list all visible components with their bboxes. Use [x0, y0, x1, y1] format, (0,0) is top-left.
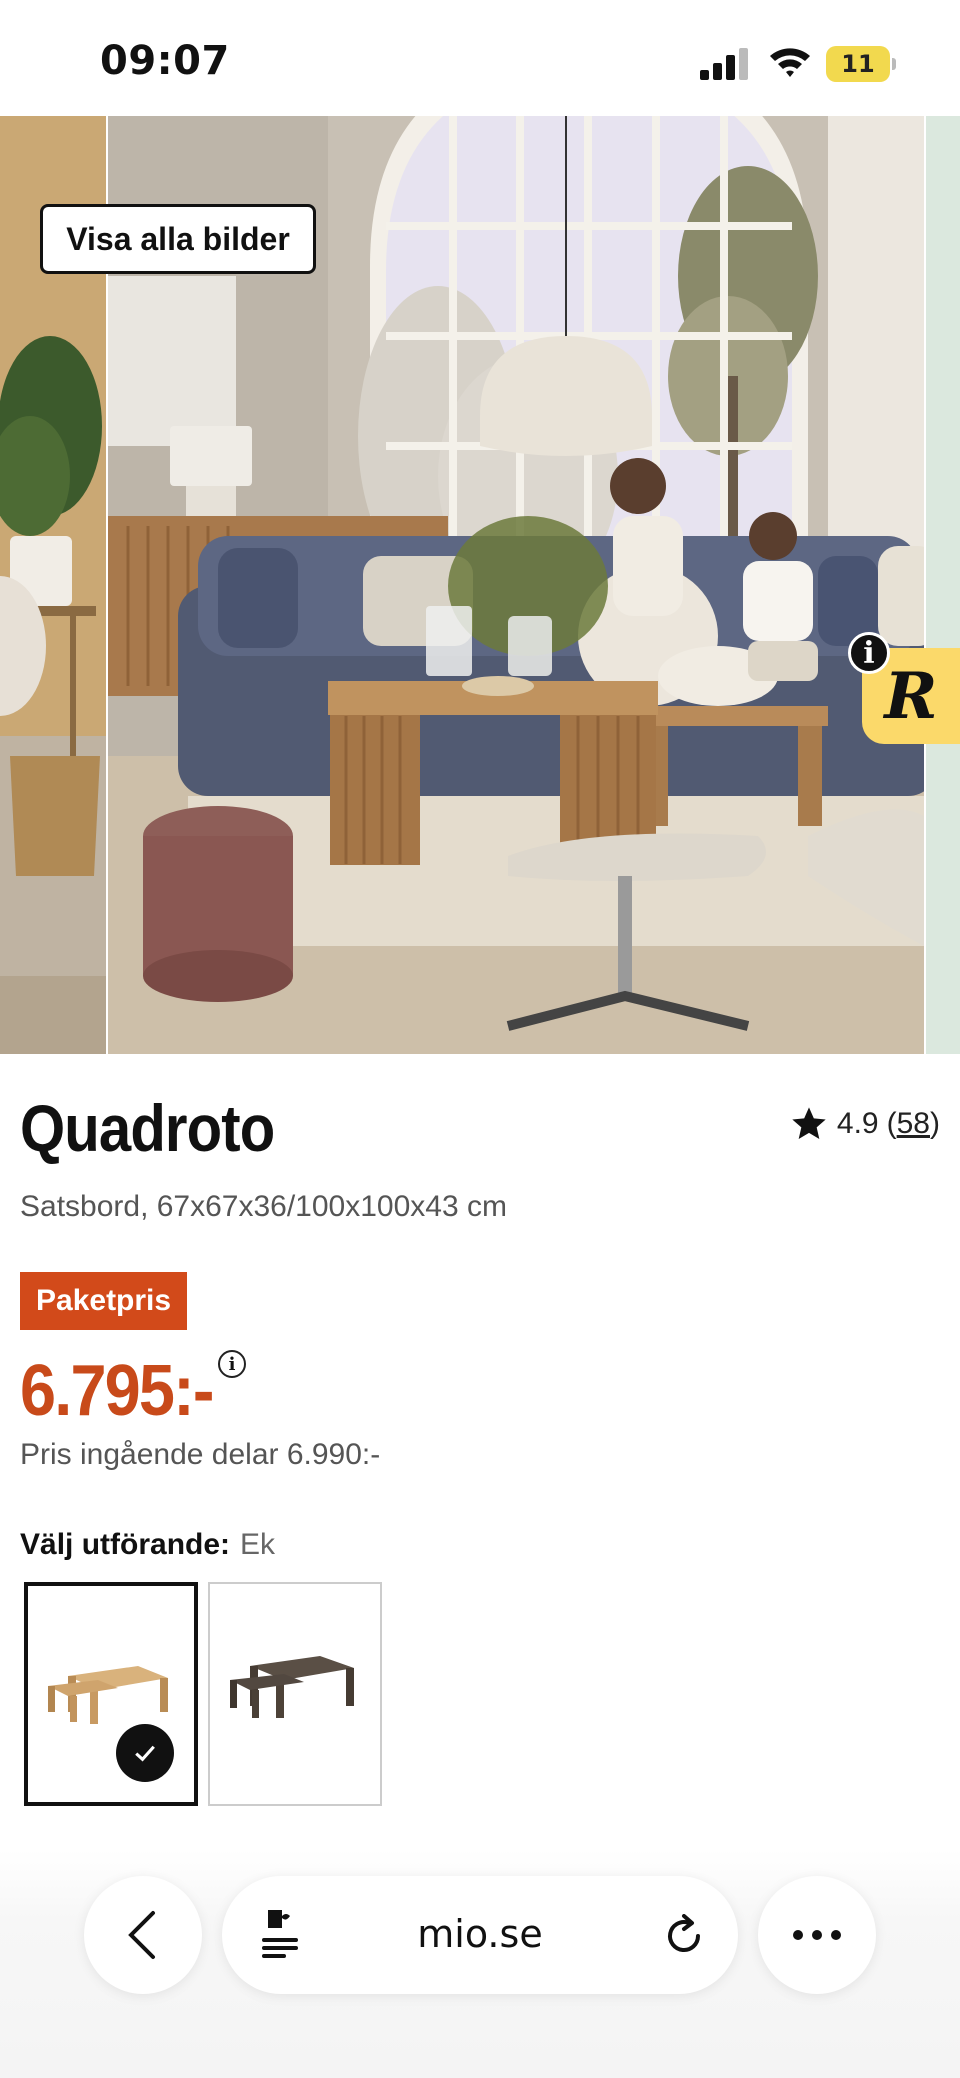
product-image-gallery[interactable]: Visa alla bilder [0, 116, 960, 1054]
battery-icon: 11 [826, 46, 896, 82]
star-icon [792, 1107, 826, 1139]
more-icon [793, 1930, 841, 1940]
show-all-images-button[interactable]: Visa alla bilder [40, 204, 316, 274]
rating-value: 4.9 [836, 1107, 879, 1140]
product-rating[interactable]: 4.9 (58) [789, 1104, 940, 1144]
parts-price: Pris ingående delar 6.990:- [20, 1438, 381, 1471]
selected-check-icon [116, 1724, 174, 1782]
cellular-signal-icon [700, 48, 748, 80]
variant-selected-value: Ek [240, 1528, 276, 1561]
variant-swatch-oak[interactable] [24, 1582, 198, 1806]
address-bar[interactable]: mio.se [222, 1876, 738, 1994]
brown-table-thumbnail [230, 1656, 354, 1718]
product-subtitle: Satsbord, 67x67x36/100x100x43 cm [20, 1190, 507, 1223]
variant-selector-label: Välj utförande: Ek [20, 1528, 275, 1562]
more-options-button[interactable] [758, 1876, 876, 1994]
status-time: 09:07 [100, 38, 230, 84]
price-info-icon[interactable]: i [218, 1350, 246, 1378]
battery-level: 11 [826, 46, 890, 82]
gallery-image-next[interactable] [926, 116, 960, 1054]
info-icon[interactable]: i [848, 632, 890, 674]
status-bar: 09:07 11 [0, 0, 960, 116]
back-button[interactable] [84, 1876, 202, 1994]
url-text[interactable]: mio.se [222, 1912, 738, 1956]
rating-count-wrapper[interactable]: (58) [887, 1107, 940, 1141]
rating-count-link[interactable]: 58 [897, 1107, 930, 1140]
product-price: 6.795:- [20, 1351, 215, 1431]
variant-swatch-brown[interactable] [208, 1582, 382, 1806]
package-price-badge: Paketpris [20, 1272, 188, 1330]
product-title: Quadroto [20, 1091, 275, 1165]
reload-icon[interactable] [662, 1914, 706, 1958]
browser-toolbar: mio.se [0, 1850, 960, 2078]
oak-table-thumbnail [48, 1666, 168, 1724]
variant-label-text: Välj utförande: [20, 1528, 231, 1561]
chevron-left-icon [128, 1911, 155, 1959]
wifi-icon [770, 48, 810, 77]
